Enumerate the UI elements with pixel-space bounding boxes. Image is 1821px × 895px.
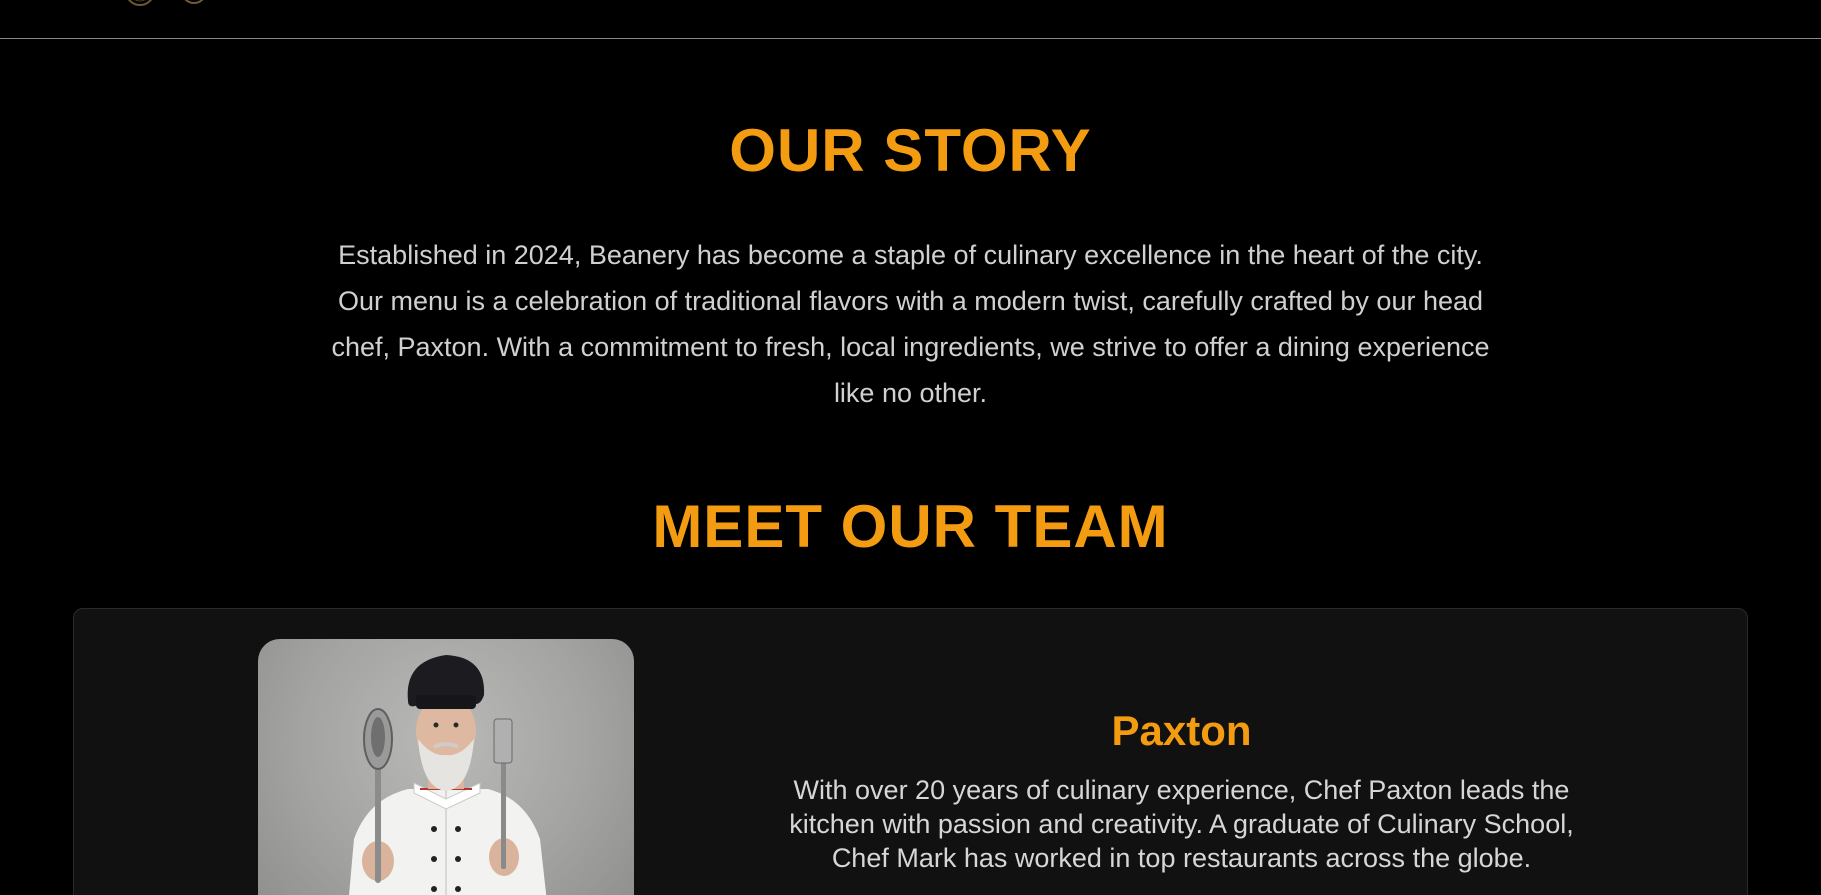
our-story-heading: OUR STORY [729,117,1092,184]
page: OUR STORY Established in 2024, Beanery h… [0,0,1821,895]
team-member-card: Paxton With over 20 years of culinary ex… [73,608,1748,895]
meet-our-team-heading: MEET OUR TEAM [652,493,1169,560]
chef-photo [258,639,634,895]
logo-icon[interactable] [120,0,230,8]
bio-line: With over 20 years of culinary experienc… [793,775,1570,805]
team-member-bio: With over 20 years of culinary experienc… [694,773,1669,875]
bio-line: kitchen with passion and creativity. A g… [789,809,1574,839]
bio-line: Chef Mark has worked in top restaurants … [831,843,1532,873]
site-header [0,0,1821,39]
our-story-paragraph: Established in 2024, Beanery has become … [331,240,1490,408]
team-member-name: Paxton [1111,707,1252,754]
